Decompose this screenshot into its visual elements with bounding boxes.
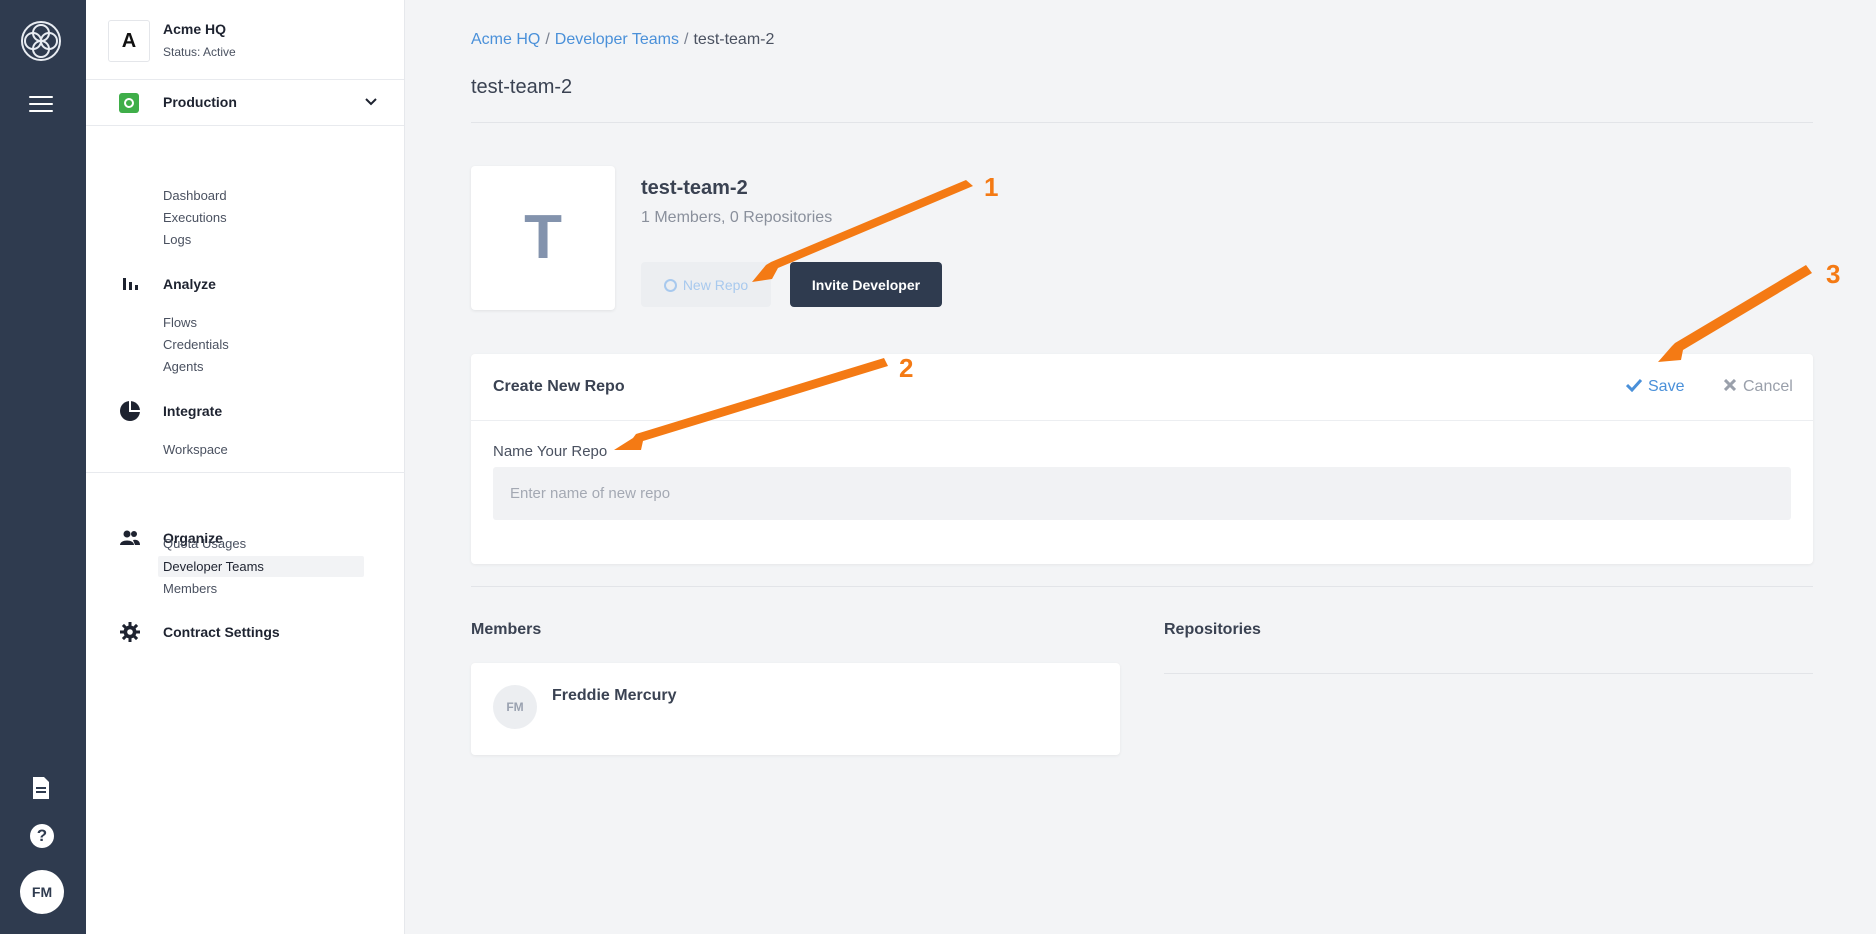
team-name: test-team-2 <box>641 177 748 199</box>
new-repo-label: New Repo <box>682 276 749 293</box>
save-label: Save <box>1648 378 1685 395</box>
nav-group-title: Analyze <box>163 276 216 292</box>
org-status: Status: Active <box>163 45 236 59</box>
repo-name-input[interactable] <box>493 467 1791 520</box>
nav-group-title: Contract Settings <box>163 624 280 640</box>
sidebar-item-flows[interactable]: Flows <box>158 312 364 333</box>
create-repo-header: Create New Repo Save Cancel <box>471 354 1813 421</box>
hamburger-menu-icon[interactable] <box>29 96 53 114</box>
sidebar-item-quota-usages[interactable]: Quota Usages <box>158 533 364 554</box>
environment-selector[interactable]: Production <box>86 80 404 126</box>
breadcrumb-separator: / <box>684 31 689 48</box>
member-avatar: FM <box>493 685 537 729</box>
bar-chart-icon <box>123 278 138 290</box>
org-header[interactable]: A Acme HQ Status: Active <box>86 0 404 80</box>
close-icon <box>1723 378 1737 392</box>
nav-group-title: Integrate <box>163 403 223 419</box>
breadcrumb-link[interactable]: Acme HQ <box>471 31 540 48</box>
repo-name-label: Name Your Repo <box>493 443 608 460</box>
document-icon[interactable] <box>31 776 51 800</box>
cancel-button[interactable]: Cancel <box>1723 374 1793 400</box>
breadcrumb: Acme HQ / Developer Teams / test-team-2 <box>471 31 774 49</box>
sidebar: A Acme HQ Status: Active Production Anal… <box>86 0 405 934</box>
member-card[interactable]: FM Freddie Mercury <box>471 663 1120 755</box>
team-meta: 1 Members, 0 Repositories <box>641 209 833 226</box>
header-divider <box>471 122 1813 123</box>
gear-icon <box>120 622 140 642</box>
breadcrumb-current: test-team-2 <box>693 31 775 48</box>
sidebar-item-credentials[interactable]: Credentials <box>158 334 364 355</box>
create-repo-title: Create New Repo <box>493 378 625 395</box>
production-icon <box>119 93 139 113</box>
github-icon <box>663 278 677 292</box>
people-icon <box>120 530 140 545</box>
page-title: test-team-2 <box>471 76 573 98</box>
save-button[interactable]: Save <box>1625 374 1685 400</box>
sidebar-item-dashboard[interactable]: Dashboard <box>158 185 364 206</box>
members-title: Members <box>471 621 542 638</box>
cancel-label: Cancel <box>1743 378 1793 395</box>
sidebar-divider <box>86 472 405 473</box>
sidebar-item-logs[interactable]: Logs <box>158 229 364 250</box>
invite-developer-button[interactable]: Invite Developer <box>790 262 942 307</box>
sidebar-item-executions[interactable]: Executions <box>158 207 364 228</box>
app-rail: ? FM <box>0 0 86 934</box>
org-logo: A <box>108 20 150 62</box>
sidebar-item-members[interactable]: Members <box>158 578 364 599</box>
breadcrumb-separator: / <box>545 31 550 48</box>
repositories-title: Repositories <box>1164 621 1261 638</box>
annotation-label-2: 2 <box>899 353 914 383</box>
main-content: Acme HQ / Developer Teams / test-team-2 test… <box>405 0 1876 934</box>
sidebar-item-workspace[interactable]: Workspace <box>158 439 364 460</box>
checkmark-icon <box>1625 378 1643 393</box>
sidebar-item-developer-teams[interactable]: Developer Teams <box>158 556 364 577</box>
pie-chart-icon <box>120 401 140 421</box>
org-name: Acme HQ <box>163 21 227 37</box>
app-logo-icon[interactable] <box>20 20 62 62</box>
user-avatar[interactable]: FM <box>20 870 64 914</box>
team-avatar: T <box>471 166 615 310</box>
member-name: Freddie Mercury <box>552 687 677 704</box>
chevron-down-icon[interactable] <box>363 94 379 110</box>
sidebar-item-agents[interactable]: Agents <box>158 356 364 377</box>
environment-label: Production <box>163 94 237 110</box>
annotation-label-3: 3 <box>1826 259 1841 289</box>
new-repo-button[interactable]: New Repo <box>641 262 771 307</box>
section-divider <box>471 586 1813 587</box>
create-repo-panel: Create New Repo Save Cancel Name Your Re… <box>471 354 1813 564</box>
annotation-label-1: 1 <box>984 172 999 202</box>
repositories-divider <box>1164 673 1813 674</box>
breadcrumb-link[interactable]: Developer Teams <box>555 31 679 48</box>
help-icon[interactable]: ? <box>30 824 54 848</box>
